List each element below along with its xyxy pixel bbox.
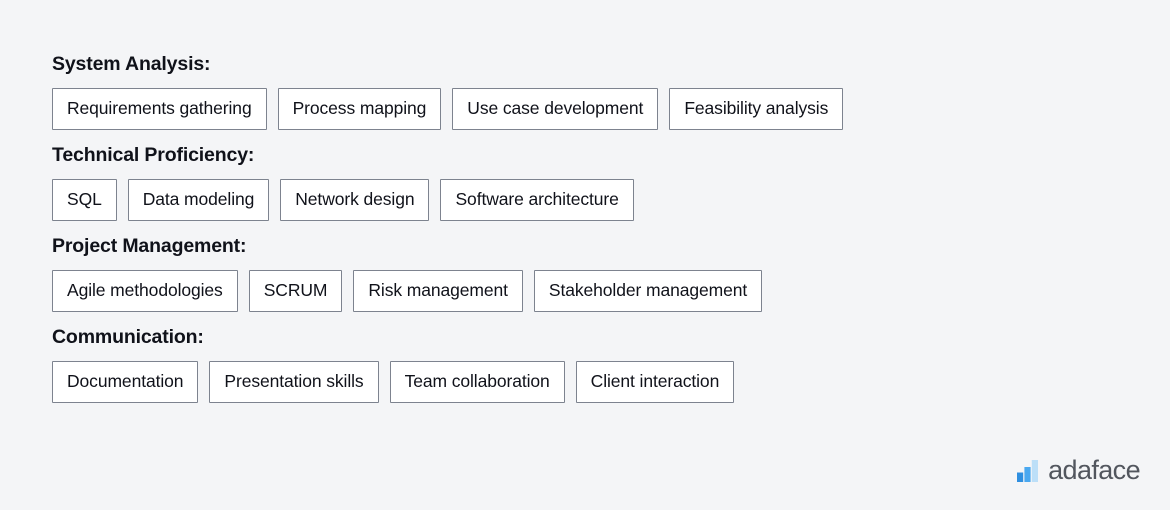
skill-tag-row: Documentation Presentation skills Team c… bbox=[52, 361, 1112, 403]
skill-tag: SCRUM bbox=[248, 270, 343, 312]
skill-tag: Risk management bbox=[353, 270, 523, 312]
screenshot-canvas: System Analysis: Requirements gathering … bbox=[0, 0, 1170, 510]
skill-group-heading: Technical Proficiency: bbox=[52, 144, 255, 166]
skill-tag: Team collaboration bbox=[389, 361, 565, 403]
skill-tag-row: Agile methodologies SCRUM Risk managemen… bbox=[52, 270, 1112, 312]
skill-group-system-analysis: System Analysis: Requirements gathering … bbox=[52, 52, 1112, 130]
skill-tag: Documentation bbox=[52, 361, 199, 403]
bar-chart-logo-icon bbox=[1017, 459, 1039, 482]
skill-tag: Agile methodologies bbox=[52, 270, 238, 312]
skill-tag: Presentation skills bbox=[209, 361, 379, 403]
skill-tag: Client interaction bbox=[575, 361, 735, 403]
skill-group-project-management: Project Management: Agile methodologies … bbox=[52, 234, 1112, 312]
skill-group-communication: Communication: Documentation Presentatio… bbox=[52, 325, 1112, 403]
skill-group-heading: Communication: bbox=[52, 326, 204, 348]
skill-tag: SQL bbox=[52, 179, 117, 221]
adaface-logo: adaface bbox=[1017, 455, 1141, 485]
skill-group-technical-proficiency: Technical Proficiency: SQL Data modeling… bbox=[52, 143, 1112, 221]
skill-tag-row: Requirements gathering Process mapping U… bbox=[52, 88, 1112, 130]
skill-tag: Requirements gathering bbox=[52, 88, 267, 130]
skills-list: System Analysis: Requirements gathering … bbox=[52, 52, 1112, 403]
brand-name: adaface bbox=[1048, 455, 1140, 485]
skill-tag: Data modeling bbox=[127, 179, 270, 221]
skill-group-heading: Project Management: bbox=[52, 235, 247, 257]
skill-group-heading: System Analysis: bbox=[52, 53, 211, 75]
skill-tag: Network design bbox=[280, 179, 430, 221]
skill-tag-row: SQL Data modeling Network design Softwar… bbox=[52, 179, 1112, 221]
skill-tag: Stakeholder management bbox=[533, 270, 763, 312]
skill-tag: Software architecture bbox=[440, 179, 634, 221]
skill-tag: Use case development bbox=[452, 88, 659, 130]
skill-tag: Process mapping bbox=[277, 88, 442, 130]
skill-tag: Feasibility analysis bbox=[669, 88, 844, 130]
